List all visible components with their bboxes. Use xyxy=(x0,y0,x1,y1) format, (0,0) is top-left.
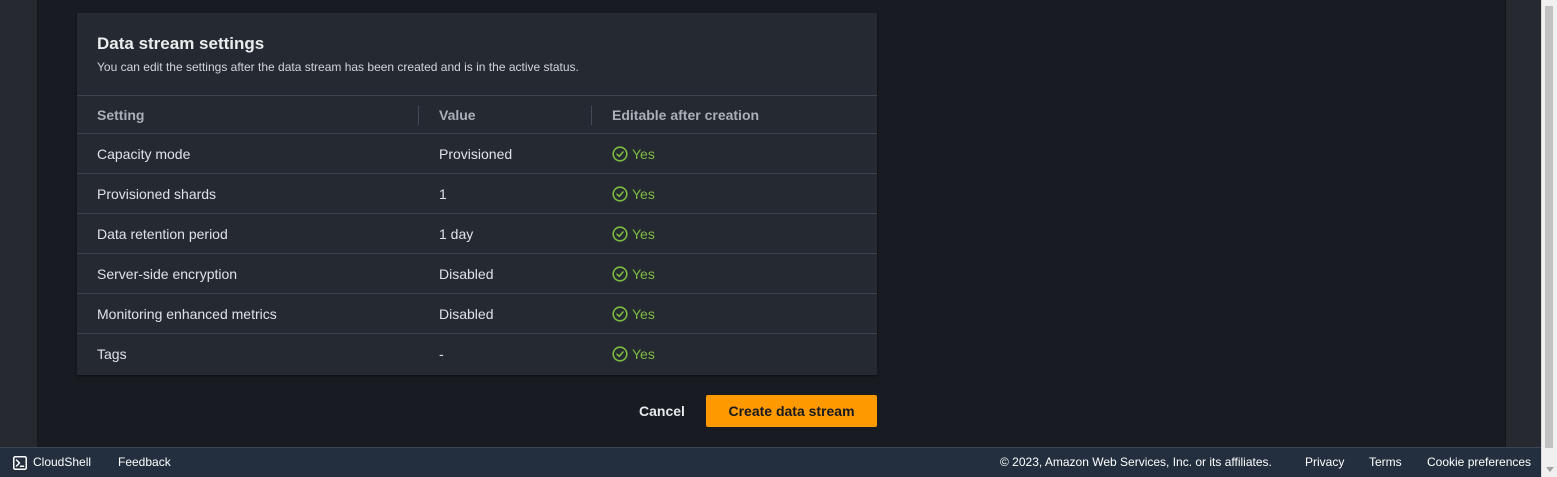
editable-status-label: Yes xyxy=(632,346,655,362)
editable-status: Yes xyxy=(612,334,655,374)
editable-status: Yes xyxy=(612,174,655,214)
setting-name: Monitoring enhanced metrics xyxy=(97,306,277,322)
setting-value: Provisioned xyxy=(439,146,513,162)
console-footer: CloudShell Feedback © 2023, Amazon Web S… xyxy=(0,447,1541,477)
scroll-down-arrow-icon[interactable] xyxy=(1546,467,1554,472)
table-row: Data retention period 1 day Yes xyxy=(77,214,877,254)
cookie-preferences-link[interactable]: Cookie preferences xyxy=(1427,448,1531,477)
check-circle-icon xyxy=(612,146,628,162)
editable-status: Yes xyxy=(612,294,655,334)
data-stream-settings-panel: Data stream settings You can edit the se… xyxy=(77,13,877,375)
panel-header: Data stream settings You can edit the se… xyxy=(97,34,579,74)
table-row: Capacity mode Provisioned Yes xyxy=(77,134,877,174)
panel-description: You can edit the settings after the data… xyxy=(97,60,579,74)
table-row: Tags - Yes xyxy=(77,334,877,374)
check-circle-icon xyxy=(612,306,628,322)
check-circle-icon xyxy=(612,346,628,362)
setting-name: Server-side encryption xyxy=(97,266,238,282)
setting-name: Tags xyxy=(97,346,127,362)
setting-value: - xyxy=(439,346,444,362)
cloudshell-link[interactable]: CloudShell xyxy=(13,448,91,477)
column-header-setting: Setting xyxy=(97,107,145,123)
check-circle-icon xyxy=(612,186,628,202)
settings-table: Setting Value Editable after creation Ca… xyxy=(77,95,877,374)
setting-value: 1 xyxy=(439,186,447,202)
privacy-link[interactable]: Privacy xyxy=(1305,448,1344,477)
editable-status-label: Yes xyxy=(632,146,655,162)
setting-name: Capacity mode xyxy=(97,146,191,162)
table-header: Setting Value Editable after creation xyxy=(77,95,877,134)
table-row: Provisioned shards 1 Yes xyxy=(77,174,877,214)
editable-status: Yes xyxy=(612,214,655,254)
column-resizer[interactable] xyxy=(591,106,592,125)
cloudshell-label: CloudShell xyxy=(33,455,92,469)
editable-status-label: Yes xyxy=(632,306,655,322)
table-row: Server-side encryption Disabled Yes xyxy=(77,254,877,294)
cancel-button[interactable]: Cancel xyxy=(627,395,697,427)
editable-status-label: Yes xyxy=(632,266,655,282)
terms-link[interactable]: Terms xyxy=(1369,448,1402,477)
editable-status-label: Yes xyxy=(632,186,655,202)
setting-name: Provisioned shards xyxy=(97,186,217,202)
panel-title: Data stream settings xyxy=(97,34,265,53)
column-header-editable: Editable after creation xyxy=(612,107,760,123)
table-row: Monitoring enhanced metrics Disabled Yes xyxy=(77,294,877,334)
page-scrollbar[interactable] xyxy=(1541,0,1557,477)
feedback-link[interactable]: Feedback xyxy=(118,448,171,477)
setting-value: Disabled xyxy=(439,266,494,282)
left-gutter xyxy=(0,0,38,447)
right-gutter xyxy=(1505,0,1541,447)
editable-status-label: Yes xyxy=(632,226,655,242)
setting-value: Disabled xyxy=(439,306,494,322)
column-resizer[interactable] xyxy=(418,106,419,125)
check-circle-icon xyxy=(612,266,628,282)
scrollbar-thumb[interactable] xyxy=(1545,6,1553,448)
column-header-value: Value xyxy=(439,107,476,123)
setting-value: 1 day xyxy=(439,226,474,242)
editable-status: Yes xyxy=(612,134,655,174)
create-data-stream-button[interactable]: Create data stream xyxy=(706,395,877,427)
editable-status: Yes xyxy=(612,254,655,294)
check-circle-icon xyxy=(612,226,628,242)
terminal-icon xyxy=(13,455,27,470)
copyright-text: © 2023, Amazon Web Services, Inc. or its… xyxy=(1000,455,1272,469)
setting-name: Data retention period xyxy=(97,226,228,242)
